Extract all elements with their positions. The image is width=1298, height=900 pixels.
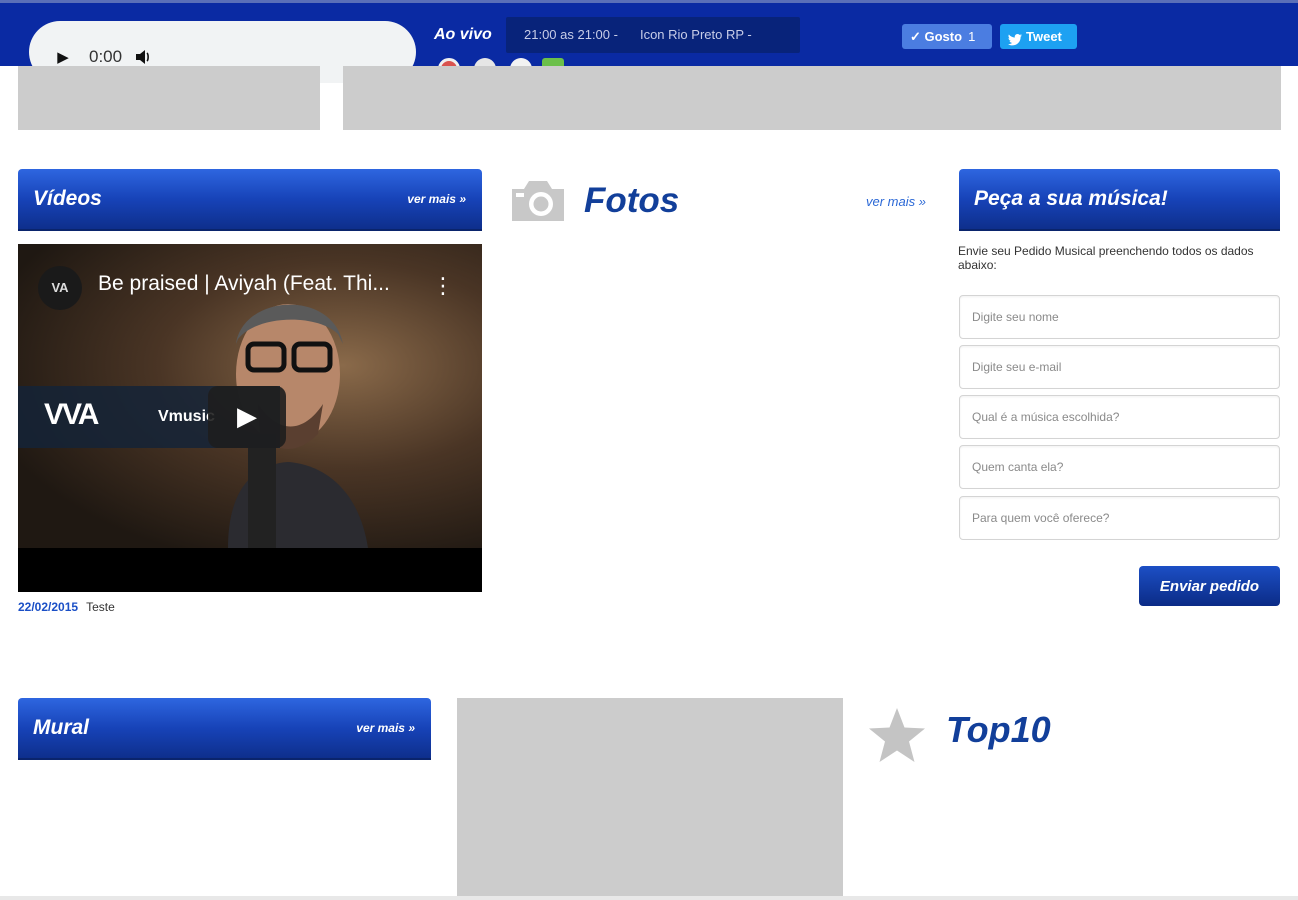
video-player[interactable]: VA Be praised | Aviyah (Feat. Thi... ⋮ V… <box>18 244 482 592</box>
star-icon <box>869 708 925 762</box>
video-caption[interactable]: Teste <box>86 600 115 614</box>
volume-icon[interactable] <box>133 47 153 67</box>
vmusic-logo: VVA <box>44 398 99 431</box>
player-time: 0:00 <box>89 47 123 66</box>
mural-more-link[interactable]: ver mais » <box>356 721 415 735</box>
speaker-icon <box>136 50 149 64</box>
live-label: Ao vivo <box>434 26 492 43</box>
banner-left[interactable] <box>18 66 320 130</box>
top10-title: Top10 <box>946 709 1051 750</box>
top-bar: ▶ 0:00 Ao vivo 21:00 as 21:00 - Icon Rio … <box>0 0 1298 83</box>
mural-header: Mural ver mais » <box>18 698 431 760</box>
video-meta: 22/02/2015 Teste <box>18 600 115 614</box>
program-text: Icon Rio Preto RP - <box>639 27 752 42</box>
song-input[interactable] <box>959 395 1280 439</box>
camera-icon <box>512 181 564 221</box>
fotos-more-link[interactable]: ver mais » <box>866 194 926 209</box>
tweet-button[interactable]: Tweet <box>1000 24 1077 49</box>
like-label: ✓ Gosto <box>910 29 963 44</box>
now-playing-box: 21:00 as 21:00 - Icon Rio Preto RP - <box>506 17 800 53</box>
video-play-button[interactable]: ▶ <box>208 386 286 448</box>
banner-middle[interactable] <box>457 698 843 896</box>
play-button[interactable]: ▶ <box>53 47 73 67</box>
mural-title: Mural <box>33 716 90 739</box>
more-options-icon[interactable]: ⋮ <box>432 274 454 299</box>
fotos-title: Fotos <box>584 181 680 220</box>
banner-right[interactable] <box>343 66 1281 130</box>
video-thumbnail: VA Be praised | Aviyah (Feat. Thi... ⋮ V… <box>18 244 482 548</box>
tweet-label: Tweet <box>1026 29 1062 44</box>
page-bottom-edge <box>0 896 1298 900</box>
email-input[interactable] <box>959 345 1280 389</box>
like-count: 1 <box>968 29 976 44</box>
request-intro: Envie seu Pedido Musical preenchendo tod… <box>958 244 1254 272</box>
channel-avatar[interactable]: VA <box>38 266 82 310</box>
vmusic-brand-name: Vmusic <box>158 408 215 425</box>
request-header: Peça a sua música! <box>959 169 1280 231</box>
videos-more-link[interactable]: ver mais » <box>407 192 466 206</box>
facebook-like-button[interactable]: ✓ Gosto 1 <box>902 24 992 49</box>
schedule-text: 21:00 as 21:00 - <box>524 27 618 42</box>
twitter-bird-icon <box>1008 29 1022 54</box>
request-title: Peça a sua música! <box>974 187 1168 210</box>
videos-header: Vídeos ver mais » <box>18 169 482 231</box>
submit-request-button[interactable]: Enviar pedido <box>1139 566 1280 606</box>
video-date: 22/02/2015 <box>18 600 79 614</box>
name-input[interactable] <box>959 295 1280 339</box>
artist-input[interactable] <box>959 445 1280 489</box>
videos-title: Vídeos <box>33 187 102 210</box>
dedication-input[interactable] <box>959 496 1280 540</box>
video-title[interactable]: Be praised | Aviyah (Feat. Thi... <box>98 272 390 296</box>
